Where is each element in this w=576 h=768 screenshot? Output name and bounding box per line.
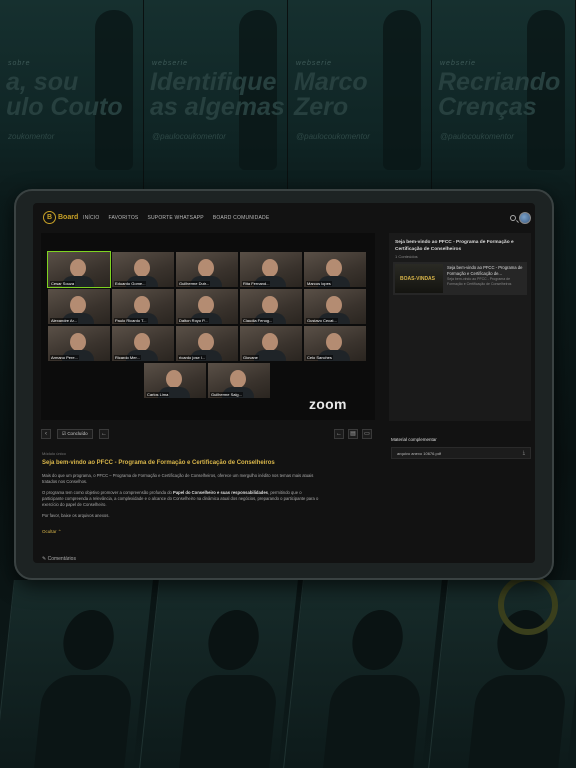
participant-tile: Armano Pere... [48,326,110,361]
decorative-ring [498,575,558,635]
comment-icon: ✎ [42,556,47,562]
poster-title: Marco Zero [294,68,368,121]
materials-title: Material complementar [391,437,437,442]
lesson-item-title: Seja bem-vindo ao PFCC - Programa de For… [447,265,523,276]
participant-tile: Carlos Lima [144,363,206,398]
back-arrow-button[interactable]: ← [99,429,109,439]
photo-panel [283,580,442,768]
search-icon[interactable] [510,215,516,221]
participant-tile: Dalton Royo P... [176,289,238,324]
download-icon[interactable]: ⤓ [523,450,525,456]
lesson-item-subtitle: Seja bem-vindo ao PFCC - Programa de For… [447,277,512,286]
participant-tile: Rita Fernand... [240,252,302,287]
chevron-up-icon: ⌃ [57,529,62,534]
poster: webserie Marco Zero @paulocoukomentor [288,0,432,200]
participant-tile: Gustavo Cecat... [304,289,366,324]
module-title: Seja bem-vindo ao PFCC - Programa de For… [395,240,514,252]
background-photos [0,580,576,768]
poster-title: Recriando Crenças [438,68,561,121]
attachment-filename: arquivo anexo 10676.pdf [397,451,442,456]
photo-panel [0,580,153,768]
photo-panel [138,580,297,768]
participant-tile: Paulo Ricardo T... [112,289,174,324]
top-nav-bar: B Board INÍCIO FAVORITOS SUPORTE WHATSAP… [33,203,535,233]
avatar[interactable] [519,212,531,224]
participant-tile: Claudia Fenog... [240,289,302,324]
nav-inicio[interactable]: INÍCIO [83,215,99,221]
mark-complete-button[interactable]: ☑ Concluído [57,429,93,439]
module-label: Módulo único [42,451,66,456]
previous-arrow-button[interactable]: ← [334,429,344,439]
lesson-thumbnail: BOAS-VINDAS [395,264,443,293]
main-nav: INÍCIO FAVORITOS SUPORTE WHATSAPP BOARD … [83,215,269,221]
toggle-description-link[interactable]: Ocultar ⌃ [42,529,62,535]
attachment-file[interactable]: arquivo anexo 10676.pdf ⤓ [391,447,531,459]
prev-lesson-button[interactable]: ‹ [41,429,51,439]
logo-text: Board [58,214,79,221]
poster-title: a, sou ulo Couto [6,68,123,121]
comment-icon[interactable]: ▭ [362,429,372,439]
participant-tile: ricardo jose l... [176,326,238,361]
lesson-description: Mais do que um programa, o PFCC – Progra… [42,473,322,524]
poster-handle: zoukomentor [8,132,55,141]
lesson-controls: ‹ ☑ Concluído ← ← ▤ ▭ [41,429,375,441]
nav-suporte-whatsapp[interactable]: SUPORTE WHATSAPP [147,215,203,221]
poster-kicker: webserie [152,60,189,67]
video-player[interactable]: Cesar Souza Eduardo Gome... Guilherme Du… [41,233,375,420]
poster-handle: @paulocoukomentor [440,132,514,141]
participant-tile: Marcos lopes [304,252,366,287]
participant-tile: Eduardo Gome... [112,252,174,287]
module-sidebar: Seja bem-vindo ao PFCC - Programa de For… [389,233,531,421]
participant-tile: Giovane [240,326,302,361]
list-icon[interactable]: ▤ [348,429,358,439]
participant-tile: Guilherme Dutr... [176,252,238,287]
comments-section-header[interactable]: ✎ Comentários [42,556,76,562]
content-count: 1 Conteúdos [395,254,418,259]
description-paragraph: O programa tem como objetivo promover a … [42,490,319,507]
participant-tile: Celo Sanches [304,326,366,361]
poster: webserie Identifique as algemas @paulocou… [144,0,288,200]
participant-tile: Alexandre Ar... [48,289,110,324]
participant-tile: Guilherme Salg... [208,363,270,398]
lesson-title: Seja bem-vindo ao PFCC - Programa de For… [42,460,275,466]
poster-handle: @paulocoukomentor [152,132,226,141]
app-screen: B Board INÍCIO FAVORITOS SUPORTE WHATSAP… [33,203,535,563]
description-paragraph: Por favor, baixe os arquivos anexos. [42,513,110,518]
lesson-list-item[interactable]: BOAS-VINDAS Seja bem-vindo ao PFCC - Pro… [393,262,527,295]
description-paragraph: Mais do que um programa, o PFCC – Progra… [42,473,314,484]
participant-tile: Cesar Souza [47,251,111,288]
poster: webserie Recriando Crenças @paulocoukomen… [432,0,576,200]
poster-title: Identifique as algemas [150,68,285,121]
background-posters: sobre a, sou ulo Couto zoukomentor webser… [0,0,576,200]
participant-tile: Ricardo Mer... [112,326,174,361]
person-silhouette [383,10,421,170]
logo-mark: B [43,211,56,224]
check-icon: ☑ [62,431,67,436]
poster-handle: @paulocoukomentor [296,132,370,141]
poster-kicker: sobre [8,60,31,67]
tablet-frame: B Board INÍCIO FAVORITOS SUPORTE WHATSAP… [14,189,554,580]
poster: sobre a, sou ulo Couto zoukomentor [0,0,144,200]
poster-kicker: webserie [296,60,333,67]
poster-kicker: webserie [440,60,477,67]
board-logo[interactable]: B Board [43,211,78,224]
nav-favoritos[interactable]: FAVORITOS [108,215,138,221]
nav-board-comunidade[interactable]: BOARD COMUNIDADE [213,215,270,221]
app-store-screenshot: sobre a, sou ulo Couto zoukomentor webser… [0,0,576,768]
zoom-logo: zoom [309,396,347,412]
